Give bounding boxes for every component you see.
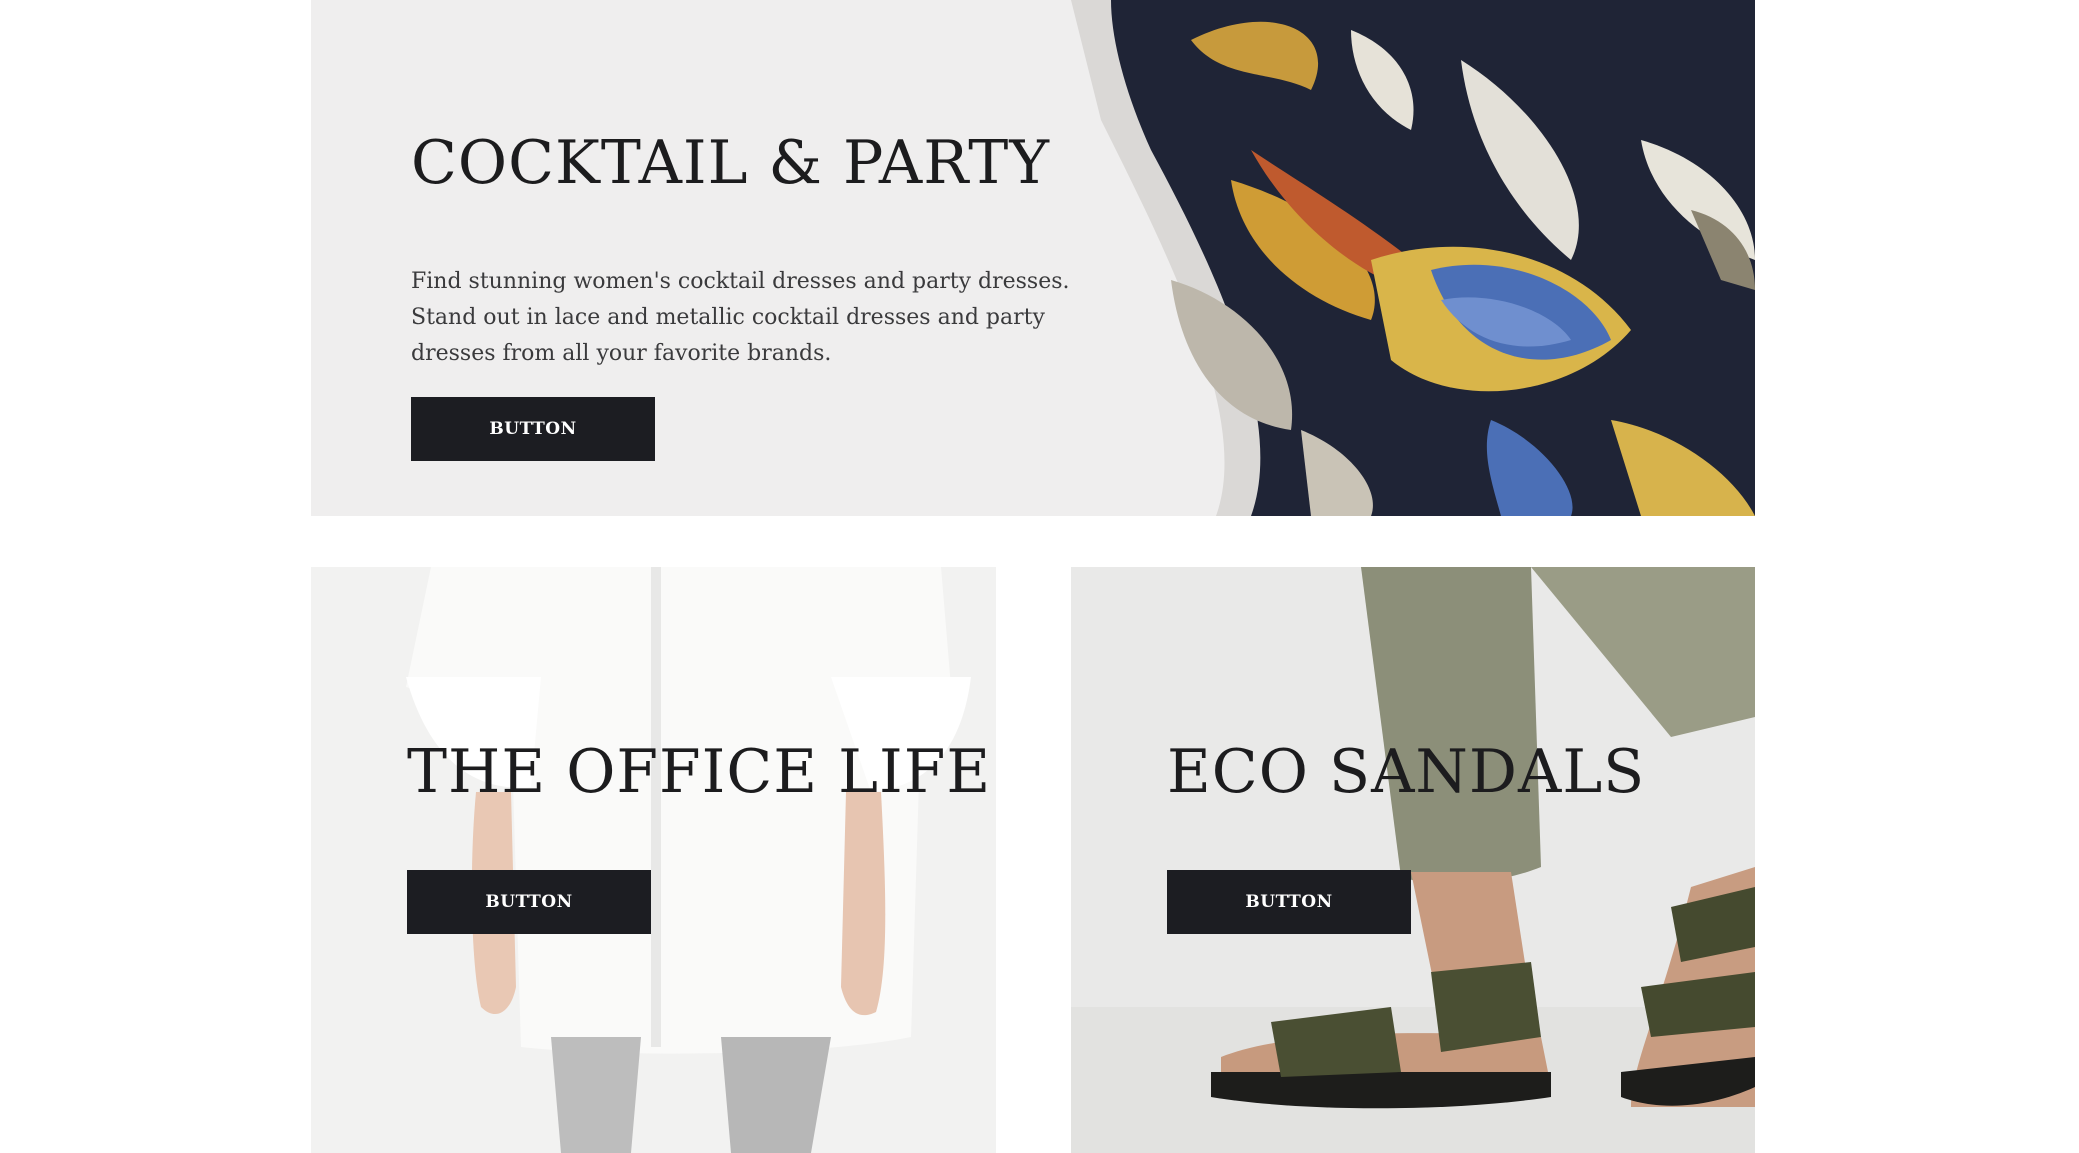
- eco-sandals-button[interactable]: BUTTON: [1167, 870, 1411, 934]
- eco-sandals-tile: ECO SANDALS BUTTON: [1071, 567, 1755, 1153]
- office-life-button[interactable]: BUTTON: [407, 870, 651, 934]
- white-shirt-image: [311, 567, 996, 1153]
- hero-button[interactable]: BUTTON: [411, 397, 655, 461]
- sandals-image: [1071, 567, 1755, 1153]
- eco-sandals-title: ECO SANDALS: [1167, 737, 1646, 807]
- office-life-title: THE OFFICE LIFE: [407, 737, 992, 807]
- hero-description: Find stunning women's cocktail dresses a…: [411, 269, 1070, 366]
- hero-title: COCKTAIL & PARTY: [411, 128, 1050, 198]
- cocktail-party-banner: COCKTAIL & PARTY Find stunning women's c…: [311, 0, 1755, 516]
- office-life-tile: THE OFFICE LIFE BUTTON: [311, 567, 996, 1153]
